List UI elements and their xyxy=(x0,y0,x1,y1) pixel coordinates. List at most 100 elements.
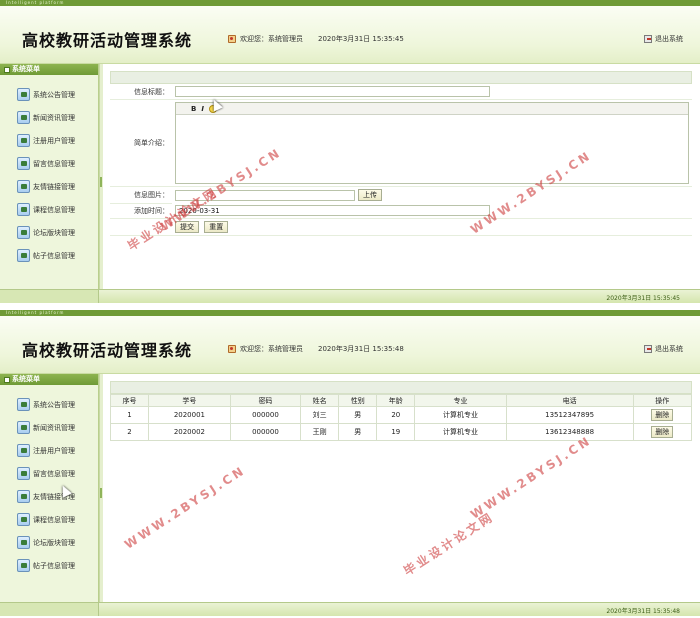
cell-student-id: 2020001 xyxy=(148,406,231,424)
header-datetime: 2020年3月31日 15:35:48 xyxy=(318,345,404,353)
module-icon xyxy=(17,444,30,457)
image-path-input[interactable] xyxy=(175,189,355,201)
logout-button[interactable]: 退出系统 xyxy=(644,344,683,354)
welcome: 欢迎您：系统管理员 xyxy=(228,344,303,354)
cell-password: 000000 xyxy=(229,423,302,441)
sidebar-item-courses[interactable]: 课程信息管理 xyxy=(0,198,98,221)
module-icon xyxy=(17,157,30,170)
footer: 2020年3月31日 15:35:48 xyxy=(0,602,700,616)
footer-datetime: 2020年3月31日 15:35:45 xyxy=(606,295,680,302)
module-icon xyxy=(17,559,30,572)
time-label: 添加时间： xyxy=(110,203,172,219)
sidebar-splitter[interactable] xyxy=(99,374,103,602)
sidebar-item-label: 帖子信息管理 xyxy=(33,561,75,570)
sidebar-title-text: 系统菜单 xyxy=(12,375,40,383)
sidebar-item-label: 课程信息管理 xyxy=(33,205,75,214)
table-header-row: 序号 学号 密码 姓名 性别 年龄 专业 电话 操作 xyxy=(109,394,693,407)
header-datetime: 2020年3月31日 15:35:45 xyxy=(318,35,404,43)
cell-gender: 男 xyxy=(338,406,378,424)
logout-label: 退出系统 xyxy=(655,35,683,43)
cell-student-id: 2020002 xyxy=(148,423,231,441)
sidebar-item-links[interactable]: 友情链接管理 xyxy=(0,175,98,198)
sidebar-item-forum[interactable]: 论坛版块管理 xyxy=(0,531,98,554)
module-icon xyxy=(17,180,30,193)
sidebar-item-messages[interactable]: 留言信息管理 xyxy=(0,462,98,485)
content-header-band xyxy=(110,71,692,84)
cell-gender: 男 xyxy=(338,423,378,441)
submit-button[interactable]: 提交 xyxy=(175,221,199,233)
sidebar-item-forum[interactable]: 论坛版块管理 xyxy=(0,221,98,244)
sidebar-item-notice[interactable]: 系统公告管理 xyxy=(0,393,98,416)
module-icon xyxy=(17,467,30,480)
title-label: 信息标题： xyxy=(110,84,172,100)
sidebar-item-label: 论坛版块管理 xyxy=(33,538,75,547)
module-icon xyxy=(17,513,30,526)
col-gender: 性别 xyxy=(338,394,378,407)
reset-button[interactable]: 重置 xyxy=(204,221,229,233)
sidebar-item-news[interactable]: 新闻资讯管理 xyxy=(0,416,98,439)
sidebar-item-label: 友情链接管理 xyxy=(33,182,75,191)
logout-button[interactable]: 退出系统 xyxy=(644,34,683,44)
sidebar-title: 系统菜单 xyxy=(0,64,98,75)
sidebar-item-notice[interactable]: 系统公告管理 xyxy=(0,83,98,106)
footer-left xyxy=(0,603,99,616)
sidebar-item-posts[interactable]: 帖子信息管理 xyxy=(0,554,98,577)
table-row: 2 2020002 000000 王刚 男 19 计算机专业 136123488… xyxy=(109,423,693,441)
title-input[interactable] xyxy=(175,86,490,97)
sidebar: 系统菜单 系统公告管理 新闻资讯管理 注册用户管理 留言信息管理 友情链接管理 … xyxy=(0,374,99,602)
delete-button[interactable]: 删除 xyxy=(651,426,674,438)
sidebar-item-label: 帖子信息管理 xyxy=(33,251,75,260)
screenshot-add-info: Intelligent platform 高校教研活动管理系统 欢迎您：系统管理… xyxy=(0,0,700,304)
sidebar-item-messages[interactable]: 留言信息管理 xyxy=(0,152,98,175)
app-title: 高校教研活动管理系统 xyxy=(22,31,193,50)
main-content: 信息标题： 简单介绍： B I 信息图片： 上传 添加时间： 2020-03-3… xyxy=(104,64,698,289)
module-icon xyxy=(17,226,30,239)
cell-age: 20 xyxy=(376,406,416,424)
sidebar-item-users[interactable]: 注册用户管理 xyxy=(0,129,98,152)
module-icon xyxy=(17,134,30,147)
cell-name: 刘三 xyxy=(300,406,340,424)
cell-index: 2 xyxy=(109,423,150,441)
user-icon xyxy=(228,345,236,353)
upload-button[interactable]: 上传 xyxy=(358,189,382,201)
rich-text-editor[interactable]: B I xyxy=(175,102,689,184)
sidebar-item-news[interactable]: 新闻资讯管理 xyxy=(0,106,98,129)
cell-major: 计算机专业 xyxy=(414,423,507,441)
sidebar-title-text: 系统菜单 xyxy=(12,65,40,73)
cell-index: 1 xyxy=(109,406,150,424)
sidebar: 系统菜单 系统公告管理 新闻资讯管理 注册用户管理 留言信息管理 友情链接管理 … xyxy=(0,64,99,289)
sidebar-splitter[interactable] xyxy=(99,64,103,289)
sidebar-item-label: 系统公告管理 xyxy=(33,400,75,409)
sidebar-item-posts[interactable]: 帖子信息管理 xyxy=(0,244,98,267)
col-major: 专业 xyxy=(414,394,507,407)
bold-button[interactable]: B xyxy=(191,105,196,113)
module-icon xyxy=(17,88,30,101)
delete-button[interactable]: 删除 xyxy=(651,409,674,421)
sidebar-item-label: 留言信息管理 xyxy=(33,159,75,168)
topbar-text: Intelligent platform xyxy=(6,0,65,5)
header: 高校教研活动管理系统 欢迎您：系统管理员 2020年3月31日 15:35:48… xyxy=(0,316,700,374)
editor-toolbar: B I xyxy=(176,103,688,115)
cell-phone: 13612348888 xyxy=(505,423,634,441)
content-header-band xyxy=(110,381,692,394)
intro-label: 简单介绍： xyxy=(110,99,172,187)
cell-password: 000000 xyxy=(229,406,302,424)
header: 高校教研活动管理系统 欢迎您：系统管理员 2020年3月31日 15:35:45… xyxy=(0,6,700,64)
time-input[interactable] xyxy=(175,205,490,216)
sidebar-item-courses[interactable]: 课程信息管理 xyxy=(0,508,98,531)
cell-phone: 13512347895 xyxy=(505,406,634,424)
sidebar-item-links[interactable]: 友情链接管理 xyxy=(0,485,98,508)
sidebar-item-label: 论坛版块管理 xyxy=(33,228,75,237)
sidebar-title: 系统菜单 xyxy=(0,374,98,385)
sidebar-item-label: 新闻资讯管理 xyxy=(33,113,75,122)
col-phone: 电话 xyxy=(505,394,634,407)
col-index: 序号 xyxy=(109,394,150,407)
user-table: 序号 学号 密码 姓名 性别 年龄 专业 电话 操作 1 2020001 000… xyxy=(109,394,693,441)
sidebar-item-users[interactable]: 注册用户管理 xyxy=(0,439,98,462)
footer-datetime: 2020年3月31日 15:35:48 xyxy=(606,608,680,615)
actions-spacer xyxy=(110,218,172,236)
topbar-text: Intelligent platform xyxy=(6,310,65,315)
col-password: 密码 xyxy=(229,394,302,407)
italic-button[interactable]: I xyxy=(201,105,204,113)
sidebar-item-label: 留言信息管理 xyxy=(33,469,75,478)
